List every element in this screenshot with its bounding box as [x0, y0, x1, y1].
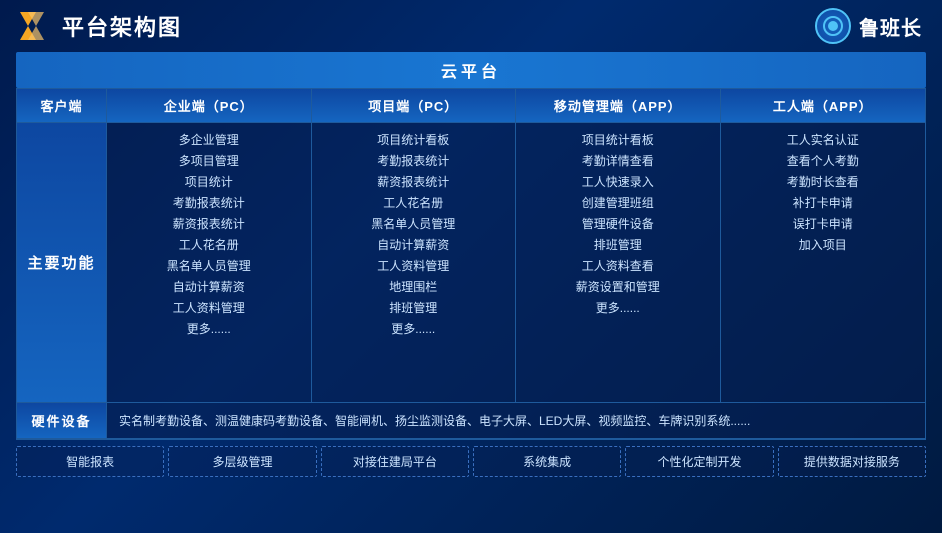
logo-icon — [16, 8, 52, 44]
list-item: 工人资料管理 — [173, 299, 245, 317]
col-client: 客户端 — [17, 89, 107, 122]
hardware-row: 硬件设备 实名制考勤设备、测温健康码考勤设备、智能闸机、扬尘监测设备、电子大屏、… — [17, 403, 925, 439]
platform-table: 客户端 企业端（PC） 项目端（PC） 移动管理端（APP） 工人端（APP） … — [16, 88, 926, 440]
brand-logo-inner — [823, 16, 843, 36]
list-item: 考勤报表统计 — [377, 152, 449, 170]
header-left: 平台架构图 — [16, 8, 182, 44]
list-item: 自动计算薪资 — [377, 236, 449, 254]
main-features-label: 主要功能 — [17, 123, 107, 402]
features-row: 主要功能 多企业管理 多项目管理 项目统计 考勤报表统计 薪资报表统计 工人花名… — [17, 123, 925, 403]
hardware-label: 硬件设备 — [17, 403, 107, 438]
list-item: 考勤时长查看 — [787, 173, 859, 191]
mobile-features: 项目统计看板 考勤详情查看 工人快速录入 创建管理班组 管理硬件设备 排班管理 … — [516, 123, 721, 402]
list-item: 工人花名册 — [179, 236, 239, 254]
main-content: 云平台 客户端 企业端（PC） 项目端（PC） 移动管理端（APP） 工人端（A… — [0, 52, 942, 485]
list-item: 工人快速录入 — [582, 173, 654, 191]
list-item: 更多...... — [187, 320, 231, 338]
list-item: 工人花名册 — [383, 194, 443, 212]
project-features: 项目统计看板 考勤报表统计 薪资报表统计 工人花名册 黑名单人员管理 自动计算薪… — [312, 123, 517, 402]
tag-3: 系统集成 — [473, 446, 621, 477]
list-item: 考勤报表统计 — [173, 194, 245, 212]
list-item: 误打卡申请 — [793, 215, 853, 233]
list-item: 补打卡申请 — [793, 194, 853, 212]
list-item: 项目统计 — [185, 173, 233, 191]
list-item: 管理硬件设备 — [582, 215, 654, 233]
col-worker-app: 工人端（APP） — [721, 89, 926, 122]
worker-features: 工人实名认证 查看个人考勤 考勤时长查看 补打卡申请 误打卡申请 加入项目 — [721, 123, 926, 402]
brand-area: 鲁班长 — [815, 8, 922, 44]
list-item: 排班管理 — [594, 236, 642, 254]
list-item: 黑名单人员管理 — [371, 215, 455, 233]
list-item: 项目统计看板 — [582, 131, 654, 149]
cloud-platform-bar: 云平台 — [16, 52, 926, 88]
col-enterprise-pc: 企业端（PC） — [107, 89, 312, 122]
tag-1: 多层级管理 — [168, 446, 316, 477]
list-item: 更多...... — [596, 299, 640, 317]
list-item: 工人资料管理 — [377, 257, 449, 275]
tags-row: 智能报表 多层级管理 对接住建局平台 系统集成 个性化定制开发 提供数据对接服务 — [16, 446, 926, 477]
list-item: 工人资料查看 — [582, 257, 654, 275]
list-item: 排班管理 — [389, 299, 437, 317]
list-item: 薪资报表统计 — [377, 173, 449, 191]
list-item: 加入项目 — [799, 236, 847, 254]
list-item: 考勤详情查看 — [582, 152, 654, 170]
list-item: 多企业管理 — [179, 131, 239, 149]
tag-2: 对接住建局平台 — [321, 446, 469, 477]
list-item: 黑名单人员管理 — [167, 257, 251, 275]
list-item: 工人实名认证 — [787, 131, 859, 149]
cloud-platform-label: 云平台 — [441, 64, 501, 81]
tag-0: 智能报表 — [16, 446, 164, 477]
list-item: 更多...... — [391, 320, 435, 338]
brand-logo-icon — [815, 8, 851, 44]
brand-name: 鲁班长 — [859, 12, 922, 41]
col-mobile-app: 移动管理端（APP） — [516, 89, 721, 122]
col-project-pc: 项目端（PC） — [312, 89, 517, 122]
list-item: 查看个人考勤 — [787, 152, 859, 170]
list-item: 薪资设置和管理 — [576, 278, 660, 296]
list-item: 多项目管理 — [179, 152, 239, 170]
list-item: 项目统计看板 — [377, 131, 449, 149]
header: 平台架构图 鲁班长 — [0, 0, 942, 52]
column-headers: 客户端 企业端（PC） 项目端（PC） 移动管理端（APP） 工人端（APP） — [17, 89, 925, 123]
list-item: 创建管理班组 — [582, 194, 654, 212]
list-item: 薪资报表统计 — [173, 215, 245, 233]
tag-5: 提供数据对接服务 — [778, 446, 926, 477]
list-item: 自动计算薪资 — [173, 278, 245, 296]
list-item: 地理围栏 — [389, 278, 437, 296]
hardware-content: 实名制考勤设备、测温健康码考勤设备、智能闸机、扬尘监测设备、电子大屏、LED大屏… — [107, 403, 925, 438]
page-title: 平台架构图 — [62, 10, 182, 42]
tag-4: 个性化定制开发 — [625, 446, 773, 477]
enterprise-features: 多企业管理 多项目管理 项目统计 考勤报表统计 薪资报表统计 工人花名册 黑名单… — [107, 123, 312, 402]
